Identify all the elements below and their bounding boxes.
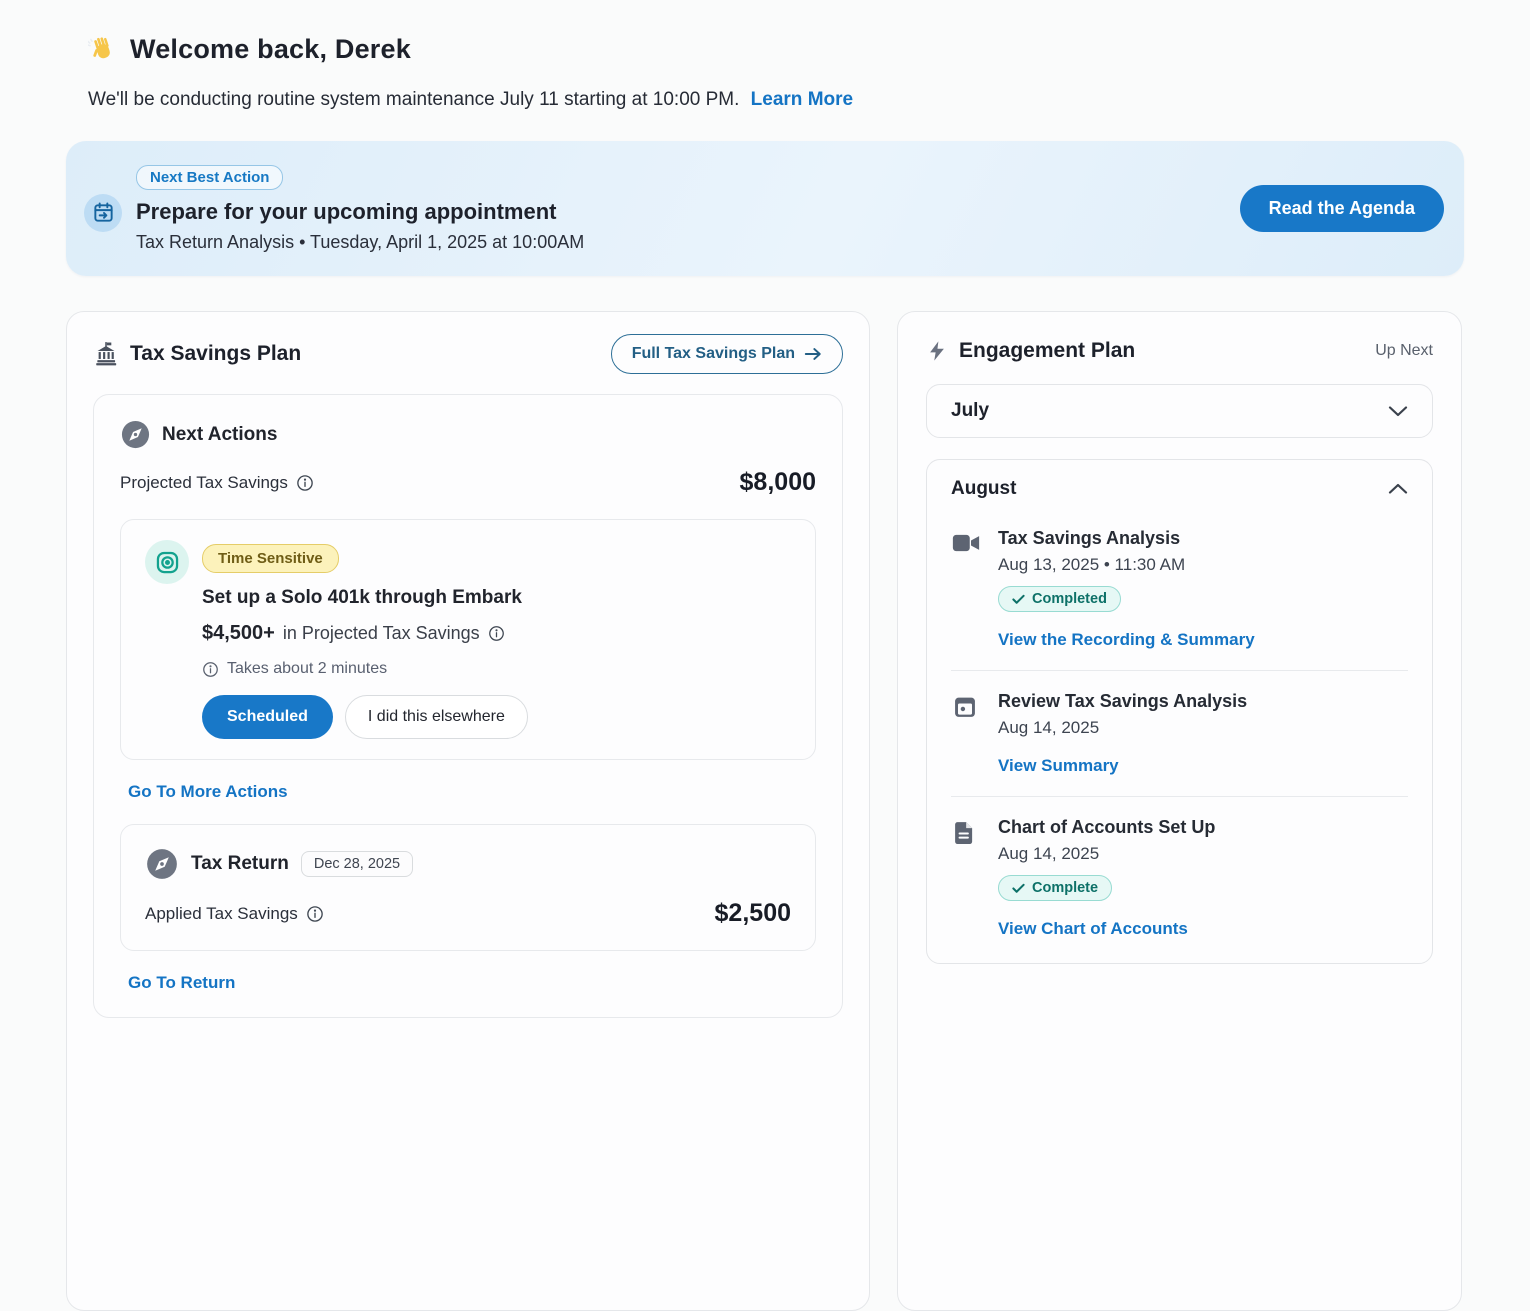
engagement-item-title: Review Tax Savings Analysis [998, 691, 1247, 712]
action-card-solo-401k: Time Sensitive Set up a Solo 401k throug… [120, 519, 816, 760]
chevron-down-icon[interactable] [1388, 405, 1408, 417]
status-badge: Complete [998, 875, 1112, 901]
view-recording-summary-link[interactable]: View the Recording & Summary [998, 630, 1255, 650]
banner-title: Prepare for your upcoming appointment [136, 199, 556, 225]
tax-return-card: Tax Return Dec 28, 2025 Applied Tax Savi… [120, 824, 816, 951]
tax-savings-plan-title: Tax Savings Plan [130, 342, 301, 366]
check-icon [1012, 883, 1025, 894]
video-icon [951, 528, 981, 650]
info-icon[interactable] [306, 905, 324, 923]
go-to-return-link[interactable]: Go To Return [128, 973, 235, 993]
engagement-item: Review Tax Savings Analysis Aug 14, 2025… [951, 691, 1408, 776]
applied-tax-savings-label: Applied Tax Savings [145, 904, 298, 924]
action-savings-suffix: in Projected Tax Savings [283, 623, 480, 644]
info-icon [202, 661, 219, 678]
divider [951, 670, 1408, 671]
engagement-item-date: Aug 13, 2025 • 11:30 AM [998, 555, 1185, 575]
up-next-label: Up Next [1375, 342, 1433, 360]
document-icon [951, 817, 981, 939]
maintenance-notice: We'll be conducting routine system maint… [88, 89, 1530, 111]
info-icon[interactable] [296, 474, 314, 492]
learn-more-link[interactable]: Learn More [751, 89, 853, 110]
projected-tax-savings-value: $8,000 [740, 468, 816, 497]
page-title: Welcome back, Derek [88, 34, 1530, 65]
view-summary-link[interactable]: View Summary [998, 756, 1119, 776]
next-actions-card: Next Actions Projected Tax Savings $8,00… [93, 394, 843, 1018]
month-accordion-august: August Tax Savings Analysis Au [926, 459, 1433, 964]
compass-icon [145, 847, 179, 881]
engagement-item: Chart of Accounts Set Up Aug 14, 2025 Co… [951, 817, 1408, 939]
engagement-item-date: Aug 14, 2025 [998, 718, 1099, 738]
month-label: July [951, 400, 989, 422]
bank-icon [93, 341, 119, 367]
info-icon[interactable] [488, 625, 505, 642]
month-label: August [951, 478, 1016, 500]
calendar-event-icon [951, 691, 981, 776]
tax-savings-plan-card: Tax Savings Plan Full Tax Savings Plan [66, 311, 870, 1311]
time-sensitive-badge: Time Sensitive [202, 544, 339, 573]
full-tax-savings-plan-button[interactable]: Full Tax Savings Plan [611, 334, 843, 374]
status-badge: Completed [998, 586, 1121, 612]
engagement-item: Tax Savings Analysis Aug 13, 2025 • 11:3… [951, 528, 1408, 650]
banner-subtitle: Tax Return Analysis • Tuesday, April 1, … [136, 232, 584, 253]
did-elsewhere-button[interactable]: I did this elsewhere [345, 695, 528, 739]
tax-return-title: Tax Return [191, 853, 289, 875]
greeting-text: Welcome back, Derek [130, 34, 411, 65]
target-icon [145, 540, 189, 584]
next-best-action-badge: Next Best Action [136, 165, 283, 190]
view-chart-of-accounts-link[interactable]: View Chart of Accounts [998, 919, 1188, 939]
engagement-item-date: Aug 14, 2025 [998, 844, 1099, 864]
go-to-more-actions-link[interactable]: Go To More Actions [128, 782, 288, 802]
maintenance-text: We'll be conducting routine system maint… [88, 89, 739, 110]
action-duration: Takes about 2 minutes [227, 660, 387, 678]
tax-return-date-badge: Dec 28, 2025 [301, 851, 413, 877]
action-title: Set up a Solo 401k through Embark [202, 587, 522, 609]
projected-tax-savings-label: Projected Tax Savings [120, 473, 288, 493]
applied-tax-savings-value: $2,500 [715, 899, 791, 928]
action-savings-amount: $4,500+ [202, 622, 275, 645]
wave-icon [88, 35, 118, 65]
engagement-plan-title: Engagement Plan [959, 339, 1135, 363]
divider [951, 796, 1408, 797]
arrow-right-icon [804, 346, 822, 362]
lightning-icon [926, 338, 948, 364]
next-actions-title: Next Actions [162, 424, 277, 446]
month-accordion-july[interactable]: July [926, 384, 1433, 438]
compass-icon [120, 419, 151, 450]
check-icon [1012, 594, 1025, 605]
calendar-arrow-icon [84, 194, 122, 232]
engagement-plan-card: Engagement Plan Up Next July August [897, 311, 1462, 1311]
read-agenda-button[interactable]: Read the Agenda [1240, 185, 1444, 232]
next-best-action-banner: Next Best Action Prepare for your upcomi… [66, 141, 1464, 276]
scheduled-button[interactable]: Scheduled [202, 695, 333, 739]
chevron-up-icon[interactable] [1388, 483, 1408, 495]
engagement-item-title: Chart of Accounts Set Up [998, 817, 1215, 838]
engagement-item-title: Tax Savings Analysis [998, 528, 1180, 549]
